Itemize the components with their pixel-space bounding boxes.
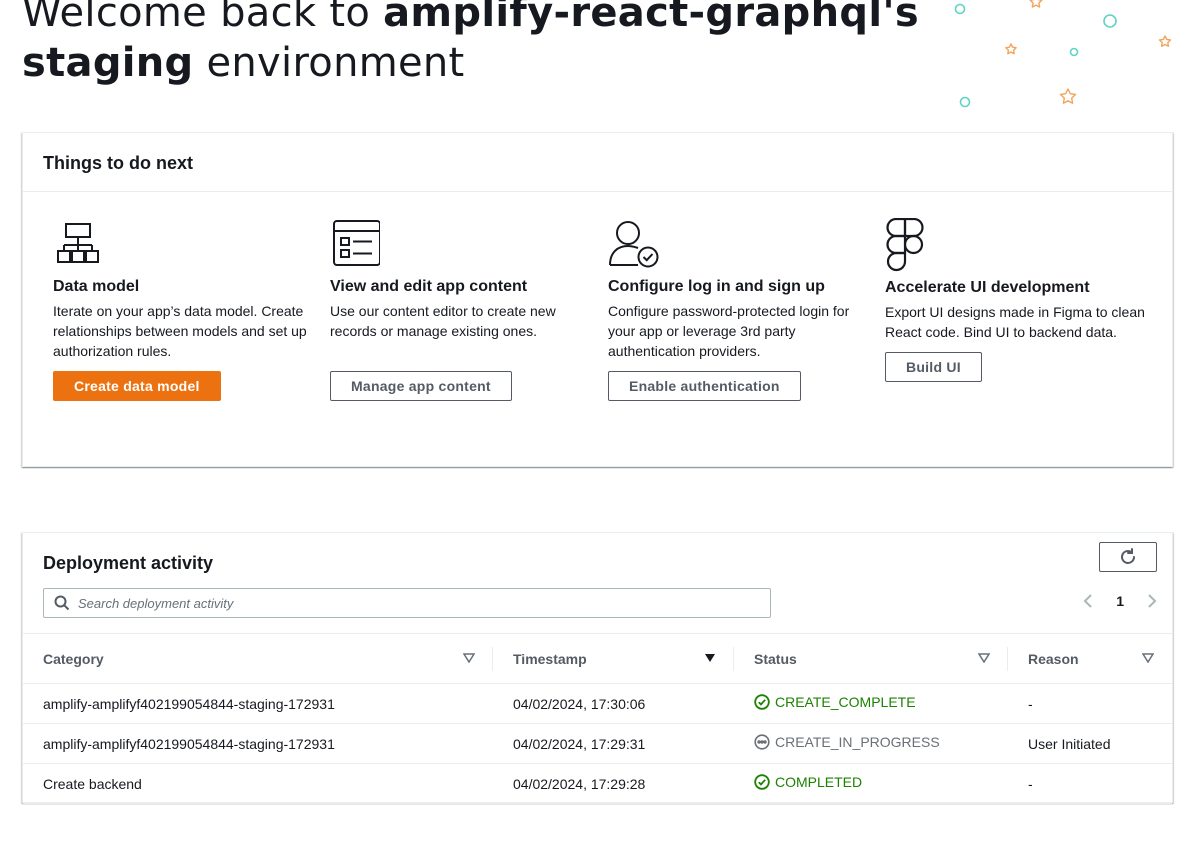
confetti-circle xyxy=(1069,47,1079,57)
status-indicator: COMPLETED xyxy=(754,774,862,790)
card-title: Accelerate UI development xyxy=(885,279,1090,296)
status-indicator: CREATE_COMPLETE xyxy=(754,694,916,710)
refresh-button[interactable] xyxy=(1099,542,1157,572)
category-cell: amplify-amplifyf402199054844-staging-172… xyxy=(43,735,335,752)
status-cell: CREATE_IN_PROGRESS xyxy=(734,724,1008,764)
status-cell: COMPLETED xyxy=(734,764,1008,804)
sort-icon[interactable] xyxy=(463,653,475,663)
confetti-star xyxy=(1158,35,1172,47)
search-input[interactable] xyxy=(78,593,758,613)
card-description: Use our content editor to create new rec… xyxy=(330,303,556,339)
panel-header: Things to do next xyxy=(23,133,1172,192)
table-row: amplify-amplifyf402199054844-staging-172… xyxy=(23,724,1172,764)
confetti-circle xyxy=(954,3,966,15)
welcome-header: Welcome back to amplify-react-graphql's s… xyxy=(22,0,922,88)
deployment-table: Category Timestamp Status Reason amplify… xyxy=(23,633,1172,804)
card-title: Data model xyxy=(53,278,140,295)
sort-icon[interactable] xyxy=(978,653,990,663)
card-title: Configure log in and sign up xyxy=(608,278,825,295)
authentication-card: Configure log in and sign up Configure p… xyxy=(608,218,870,401)
search-icon xyxy=(54,595,70,611)
column-label: Status xyxy=(754,650,797,667)
card-description: Configure password-protected login for y… xyxy=(608,303,850,359)
ui-development-card: Accelerate UI development Export UI desi… xyxy=(885,217,1155,382)
timestamp-cell: 04/02/2024, 17:30:06 xyxy=(513,695,646,712)
title-prefix: Welcome back to xyxy=(22,0,384,36)
sort-icon[interactable] xyxy=(1142,653,1154,663)
status-indicator: CREATE_IN_PROGRESS xyxy=(754,734,940,750)
panel-header: Deployment activity xyxy=(23,533,1172,585)
page-title: Welcome back to amplify-react-graphql's s… xyxy=(22,0,922,88)
app-content-icon xyxy=(330,218,592,274)
enable-authentication-button[interactable]: Enable authentication xyxy=(608,371,801,401)
environment-name: staging xyxy=(22,40,194,86)
status-text: CREATE_IN_PROGRESS xyxy=(775,734,940,750)
figma-icon xyxy=(885,217,1155,275)
status-text: CREATE_COMPLETE xyxy=(775,694,916,710)
current-page-number[interactable]: 1 xyxy=(1116,593,1124,609)
reason-cell: - xyxy=(1028,695,1033,712)
confetti-star xyxy=(1029,0,1043,8)
column-label: Reason xyxy=(1028,650,1079,667)
status-text: COMPLETED xyxy=(775,774,863,790)
card-description: Export UI designs made in Figma to clean… xyxy=(885,304,1145,340)
panel-title: Things to do next xyxy=(43,153,193,173)
title-suffix: environment xyxy=(193,40,465,86)
deployment-activity-panel: Deployment activity 1 Category xyxy=(22,532,1173,804)
data-model-card: Data model Iterate on your app’s data mo… xyxy=(53,218,315,401)
create-data-model-button[interactable]: Create data model xyxy=(53,371,221,401)
table-row: Create backend 04/02/2024, 17:29:28 COMP… xyxy=(23,764,1172,804)
table-header-row: Category Timestamp Status Reason xyxy=(23,633,1172,684)
card-description: Iterate on your app’s data model. Create… xyxy=(53,303,307,359)
panel-title: Deployment activity xyxy=(43,553,214,573)
pagination: 1 xyxy=(1082,593,1158,609)
category-cell: Create backend xyxy=(43,775,142,792)
manage-app-content-button[interactable]: Manage app content xyxy=(330,371,512,401)
timestamp-cell: 04/02/2024, 17:29:31 xyxy=(513,735,646,752)
timestamp-cell: 04/02/2024, 17:29:28 xyxy=(513,775,646,792)
category-cell: amplify-amplifyf402199054844-staging-172… xyxy=(43,695,335,712)
data-model-icon xyxy=(53,218,315,274)
previous-page-icon[interactable] xyxy=(1082,594,1094,608)
app-content-card: View and edit app content Use our conten… xyxy=(330,218,592,401)
confetti-star xyxy=(1005,43,1017,55)
things-to-do-panel: Things to do next Data model Iterate on … xyxy=(22,132,1173,467)
table-row: amplify-amplifyf402199054844-staging-172… xyxy=(23,684,1172,724)
confetti-star xyxy=(1059,88,1077,104)
confetti-circle xyxy=(959,96,971,108)
column-header-status[interactable]: Status xyxy=(734,634,1008,684)
confetti-circle xyxy=(1103,14,1117,28)
build-ui-button[interactable]: Build UI xyxy=(885,352,982,382)
column-label: Timestamp xyxy=(513,650,587,667)
success-check-icon xyxy=(754,774,770,790)
reason-cell: User Initiated xyxy=(1028,735,1111,752)
search-field[interactable] xyxy=(43,588,771,618)
next-page-icon[interactable] xyxy=(1146,594,1158,608)
column-label: Category xyxy=(43,650,104,667)
reason-cell: - xyxy=(1028,775,1033,792)
user-auth-icon xyxy=(608,218,870,274)
app-name: amplify-react-graphql's xyxy=(383,0,919,36)
status-cell: CREATE_COMPLETE xyxy=(734,684,1008,724)
card-title: View and edit app content xyxy=(330,278,528,295)
in-progress-icon xyxy=(754,734,770,750)
success-check-icon xyxy=(754,694,770,710)
confetti-decoration xyxy=(954,0,1172,108)
column-header-reason[interactable]: Reason xyxy=(1008,634,1172,684)
column-header-timestamp[interactable]: Timestamp xyxy=(493,634,734,684)
sort-descending-icon[interactable] xyxy=(704,653,716,663)
refresh-icon xyxy=(1121,548,1135,564)
column-header-category[interactable]: Category xyxy=(23,634,493,684)
